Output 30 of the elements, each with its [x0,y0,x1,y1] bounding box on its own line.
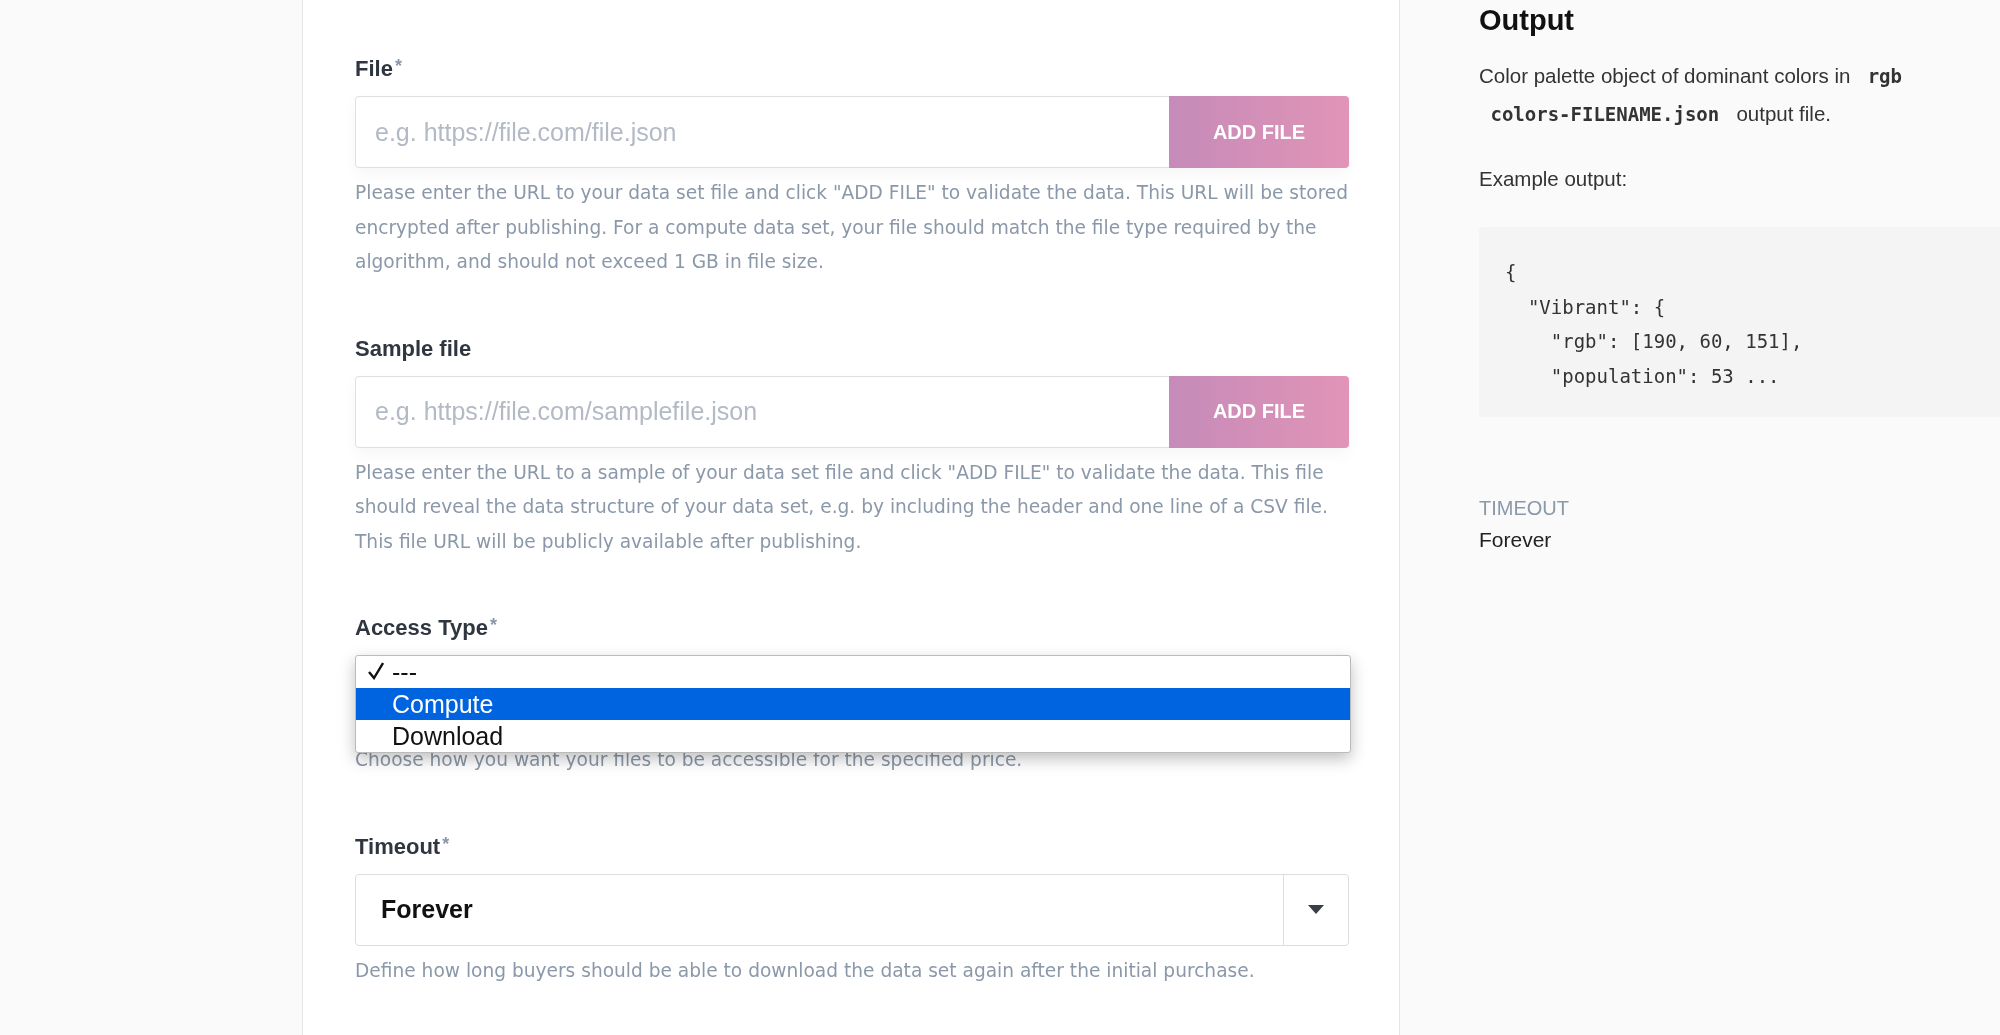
dropdown-option[interactable]: Compute [356,688,1350,720]
field-label: Access Type [355,615,488,641]
help-text: Define how long buyers should be able to download the data set again after the initial purchase. [355,958,1256,983]
field-label: Timeout [355,833,441,860]
caret-icon [1308,905,1324,914]
help-text: Please enter the URL to your data set file and click "ADD FILE" to validate the data. This URL will be stored encrypted after publishing. For a compute data set, your file should match the file type required by the algorithm, and should not exceed 1 GB in file size. [355,181,1349,274]
field-label: File [355,56,393,82]
timeout-value: Forever [1479,528,1553,552]
url-field[interactable]: e.g. https://file.com/samplefile.json [355,375,1169,448]
option-label: --- [392,657,417,687]
option-label: Compute [392,689,494,719]
required-mark: * [489,615,497,636]
dropdown-option[interactable]: Download [356,720,1350,752]
output-description: Color palette object of dominant colors in rgb colors-FILENAME.json output file. [1479,63,1903,127]
field-label: Sample file [355,335,472,362]
select-value: Forever [380,894,474,925]
help-text: Please enter the URL to a sample of your data set file and click "ADD FILE" to validate the data. This file should reveal the data structure of your data set, e.g. by including the header and one line of a CSV file. This file URL will be publicly available after publishing. [355,460,1329,554]
url-field[interactable]: e.g. https://file.com/file.json [355,96,1169,168]
timeout-label: TIMEOUT [1479,497,1570,520]
option-label: Download [392,721,504,751]
output-title: Output [1479,4,1575,37]
dropdown-option[interactable]: --- [356,656,1350,688]
code-line: { [1505,260,1518,285]
code-line: "Vibrant": { [1526,294,1667,320]
code-line: "rgb": [190, 60, 151], [1549,329,1804,354]
code-line: "population": 53 ... [1549,363,1781,389]
required-mark: * [442,833,450,855]
required-mark: * [394,56,402,77]
example-label: Example output: [1479,167,1629,191]
timeout-select[interactable]: Forever [355,873,1349,946]
